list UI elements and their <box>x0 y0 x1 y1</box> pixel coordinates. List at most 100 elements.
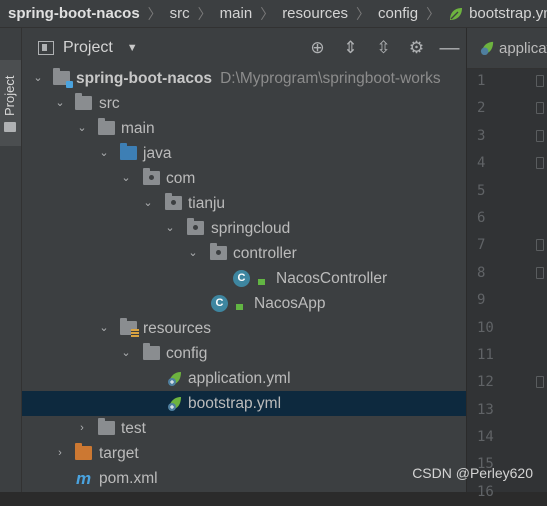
breadcrumb: spring-boot-nacos 〉 src 〉 main 〉 resourc… <box>0 0 547 28</box>
tree-row[interactable]: ⌄ config <box>22 341 466 366</box>
chevron-right-icon: 〉 <box>147 5 162 22</box>
panel-title[interactable]: Project <box>63 39 113 57</box>
tree-row[interactable]: ⌄ spring-boot-nacos D:\Myprogram\springbo… <box>22 66 466 91</box>
tree-row[interactable]: ⌄ tianju <box>22 191 466 216</box>
tree-row[interactable]: ⌄ java <box>22 141 466 166</box>
spring-leaf-icon <box>450 7 463 20</box>
chevron-down-icon[interactable]: ⌄ <box>142 191 154 216</box>
editor-tab-label: application.yml <box>499 39 547 57</box>
editor-area: application.yml 1 2 3 4 5 6 7 8 9 10 11 … <box>466 28 547 500</box>
expand-all-icon[interactable]: ⇕ <box>334 38 367 58</box>
source-folder-icon <box>120 143 137 160</box>
line-number: 9 <box>477 292 486 309</box>
chevron-right-icon[interactable]: › <box>76 416 88 441</box>
tree-row[interactable]: › target <box>22 441 466 466</box>
tree-row[interactable]: ⌄ src <box>22 91 466 116</box>
tree-label: application.yml <box>188 370 291 387</box>
line-number: 2 <box>467 95 547 122</box>
breadcrumb-label: main <box>219 5 253 22</box>
tree-label: resources <box>143 320 212 337</box>
breadcrumb-label: resources <box>282 5 349 22</box>
breadcrumb-resources[interactable]: resources 〉 <box>274 4 370 24</box>
breadcrumb-file[interactable]: bootstrap.yml <box>440 5 547 22</box>
tree-row[interactable]: ⌄ main <box>22 116 466 141</box>
locate-icon[interactable]: ⊕ <box>301 38 334 58</box>
settings-icon[interactable]: ⚙ <box>400 38 433 58</box>
tree-label: target <box>99 445 139 462</box>
fold-marker-icon[interactable] <box>536 239 544 252</box>
breadcrumb-src[interactable]: src 〉 <box>162 4 212 24</box>
tree-label: NacosController <box>276 270 388 287</box>
chevron-right-icon[interactable]: › <box>54 441 66 466</box>
chevron-down-icon[interactable]: ⌄ <box>164 216 176 241</box>
panel-toolbar: ⊕ ⇕ ⇳ ⚙ — <box>301 28 466 68</box>
line-number: 16 <box>477 483 494 500</box>
chevron-down-icon[interactable]: ⌄ <box>32 66 44 91</box>
chevron-down-icon[interactable]: ⌄ <box>98 141 110 166</box>
line-number: 13 <box>477 401 494 418</box>
excluded-folder-icon <box>75 443 92 460</box>
collapse-all-icon[interactable]: ⇳ <box>367 38 400 58</box>
breadcrumb-label: bootstrap.yml <box>469 5 547 22</box>
fold-marker-icon[interactable] <box>536 102 544 115</box>
fold-marker-icon[interactable] <box>536 157 544 170</box>
chevron-down-icon[interactable]: ▼ <box>127 42 138 54</box>
tree-row[interactable]: ⌄ resources <box>22 316 466 341</box>
fold-marker-icon[interactable] <box>536 266 544 279</box>
package-icon <box>143 168 160 185</box>
folder-icon <box>98 118 115 135</box>
watermark: CSDN @Perley620 <box>412 465 533 481</box>
line-number: 3 <box>467 123 547 150</box>
fold-marker-icon[interactable] <box>536 376 544 389</box>
chevron-down-icon[interactable]: ⌄ <box>120 341 132 366</box>
hide-icon[interactable]: — <box>433 37 466 60</box>
tree-row-selected[interactable]: bootstrap.yml <box>22 391 466 416</box>
tree-label: main <box>121 120 155 137</box>
breadcrumb-project[interactable]: spring-boot-nacos 〉 <box>0 4 162 24</box>
project-tree: ⌄ spring-boot-nacos D:\Myprogram\springbo… <box>22 66 466 491</box>
lock-icon <box>236 304 243 310</box>
folder-icon <box>75 93 92 110</box>
tree-row[interactable]: ⌄ controller <box>22 241 466 266</box>
package-icon <box>187 218 204 235</box>
chevron-down-icon[interactable]: ⌄ <box>76 116 88 141</box>
chevron-down-icon[interactable]: ⌄ <box>98 316 110 341</box>
fold-marker-icon[interactable] <box>536 75 544 87</box>
class-icon: C <box>233 270 250 287</box>
chevron-right-icon: 〉 <box>197 5 212 22</box>
spring-yml-icon <box>168 372 181 386</box>
tree-row[interactable]: › test <box>22 416 466 441</box>
tree-row[interactable]: C NacosController <box>22 266 466 291</box>
project-tool-label: Project <box>2 75 17 116</box>
tree-row[interactable]: m pom.xml <box>22 466 466 491</box>
chevron-down-icon[interactable]: ⌄ <box>54 91 66 116</box>
spring-yml-icon <box>168 397 181 411</box>
folder-icon <box>143 343 160 360</box>
line-number-gutter: 1 2 3 4 5 6 7 8 9 10 11 12 13 14 15 16 <box>467 68 547 506</box>
tree-label: NacosApp <box>254 295 326 312</box>
module-folder-icon <box>53 68 73 88</box>
tree-label: pom.xml <box>99 470 158 487</box>
line-number: 6 <box>477 209 486 226</box>
editor-tab[interactable]: application.yml <box>467 28 547 69</box>
chevron-right-icon: 〉 <box>426 5 441 22</box>
chevron-down-icon[interactable]: ⌄ <box>187 241 199 266</box>
package-icon <box>210 243 227 260</box>
chevron-down-icon[interactable]: ⌄ <box>120 166 132 191</box>
tree-row[interactable]: application.yml <box>22 366 466 391</box>
folder-icon <box>98 418 115 435</box>
tree-row[interactable]: C NacosApp <box>22 291 466 316</box>
line-number: 11 <box>477 346 494 363</box>
tree-label: bootstrap.yml <box>188 395 282 412</box>
line-number: 14 <box>477 429 494 446</box>
fold-marker-icon[interactable] <box>536 129 544 142</box>
breadcrumb-main[interactable]: main 〉 <box>212 4 275 24</box>
project-tool-tab[interactable]: Project <box>0 60 21 146</box>
tree-label: controller <box>233 245 297 262</box>
tree-row[interactable]: ⌄ springcloud <box>22 216 466 241</box>
tree-label: config <box>166 345 208 362</box>
line-number: 4 <box>467 150 547 177</box>
tree-row[interactable]: ⌄ com <box>22 166 466 191</box>
breadcrumb-config[interactable]: config 〉 <box>370 4 440 24</box>
tree-label: java <box>143 145 172 162</box>
